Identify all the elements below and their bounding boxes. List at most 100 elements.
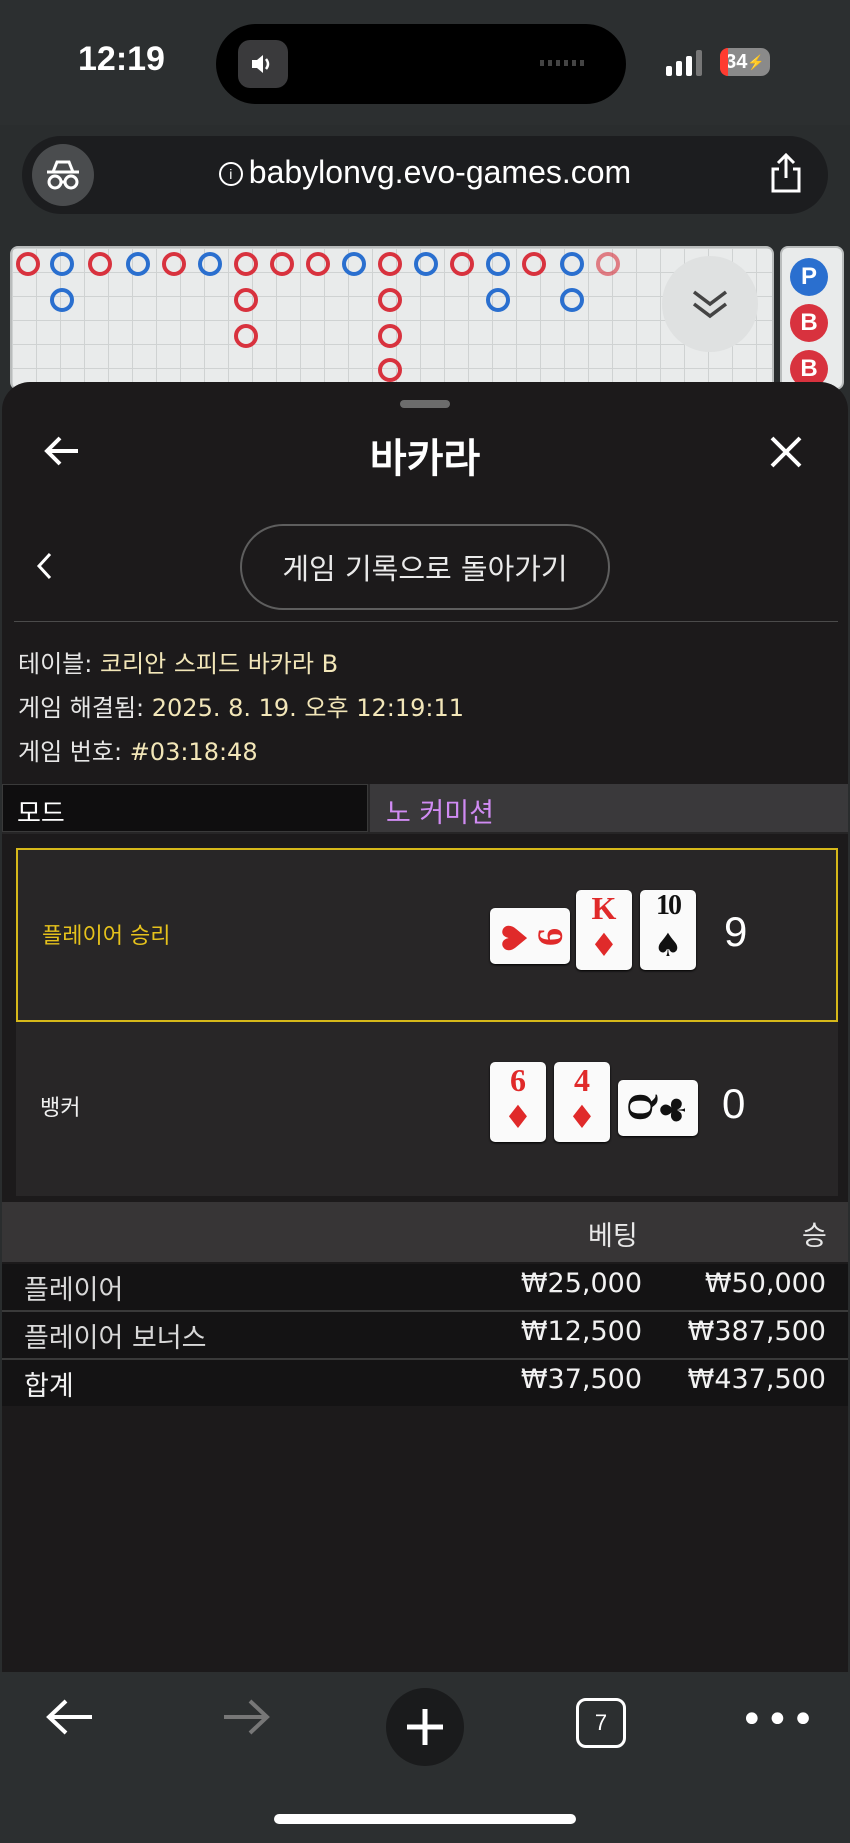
total-bet: ₩37,500: [520, 1364, 642, 1395]
plus-icon: [407, 1709, 443, 1745]
collapse-button[interactable]: [662, 256, 758, 352]
road-marker: [16, 252, 40, 276]
table-row: 플레이어 보너스 ₩12,500 ₩387,500: [2, 1312, 848, 1360]
forward-arrow-icon[interactable]: [220, 1696, 272, 1742]
game-detail-sheet: 바카라 게임 기록으로 돌아가기 테이블: 코리안 스피드 바카라 B 게임 해…: [2, 382, 848, 1672]
player-card-2: K ♦: [576, 890, 632, 970]
info-icon: i: [218, 162, 243, 186]
island-dots: [540, 60, 586, 66]
card-rank: 6: [530, 928, 570, 946]
road-marker: [88, 252, 112, 276]
road-marker: [126, 252, 150, 276]
drag-handle[interactable]: [400, 400, 450, 408]
chevron-left-icon[interactable]: [36, 552, 52, 584]
bet-name: 플레이어: [24, 1275, 124, 1306]
player-card-3: 10 ♠: [640, 890, 696, 970]
banker-card-1: 6 ♦: [490, 1062, 546, 1142]
bead-road: [10, 246, 774, 390]
table-value: 코리안 스피드 바카라 B: [99, 650, 339, 678]
card-suit: ♦: [589, 926, 619, 964]
share-icon[interactable]: [768, 152, 804, 198]
card-suit: ♣: [654, 1094, 694, 1126]
road-marker: [234, 288, 258, 312]
banker-hand: 뱅커 6 ♦ 4 ♦ Q ♣ 0: [16, 1022, 838, 1196]
road-marker: [50, 288, 74, 312]
road-marker: [378, 324, 402, 348]
big-road-summary: P B B: [780, 246, 844, 390]
bet-amount: ₩12,500: [520, 1316, 642, 1347]
table-info: 테이블: 코리안 스피드 바카라 B: [18, 644, 338, 679]
road-marker: [560, 288, 584, 312]
player-score: 9: [724, 908, 748, 955]
card-suit: ♦: [567, 1098, 597, 1136]
road-marker: [378, 288, 402, 312]
road-marker: [234, 252, 258, 276]
table-row: 플레이어 ₩25,000 ₩50,000: [2, 1264, 848, 1312]
url-label: babylonvg.evo-games.com: [248, 154, 632, 190]
player-badge: P: [790, 258, 828, 296]
divider: [14, 621, 838, 622]
address-bar[interactable]: i babylonvg.evo-games.com: [22, 136, 828, 214]
resolved-info: 게임 해결됨: 2025. 8. 19. 오후 12:19:11: [18, 688, 464, 723]
card-rank: 6: [510, 1062, 526, 1098]
banker-card-3: Q ♣: [618, 1080, 698, 1136]
road-marker: [486, 288, 510, 312]
dynamic-island: [216, 24, 626, 104]
back-arrow-icon[interactable]: [44, 1696, 96, 1742]
player-hand: 플레이어 승리 ♥ 6 K ♦ 10 ♠ 9: [16, 848, 838, 1022]
road-marker: [50, 252, 74, 276]
clock: 12:19: [78, 40, 165, 78]
more-icon[interactable]: •••: [740, 1700, 817, 1740]
speaker-icon: [238, 40, 288, 88]
signal-icon: [666, 50, 702, 76]
road-marker: [198, 252, 222, 276]
sheet-title: 바카라: [369, 436, 481, 482]
close-icon[interactable]: [768, 434, 804, 474]
road-marker: [378, 252, 402, 276]
total-win: ₩437,500: [687, 1364, 826, 1395]
win-amount: ₩387,500: [687, 1316, 826, 1347]
road-marker: [522, 252, 546, 276]
road-marker: [486, 252, 510, 276]
total-label: 합계: [24, 1371, 74, 1402]
road-marker: [270, 252, 294, 276]
road-marker: [306, 252, 330, 276]
table-row-total: 합계 ₩37,500 ₩437,500: [2, 1360, 848, 1406]
banker-score: 0: [722, 1080, 746, 1127]
status-bar: 12:19 34 ⚡: [0, 0, 850, 125]
url-text[interactable]: i babylonvg.evo-games.com: [22, 154, 828, 191]
tabs-button[interactable]: 7: [576, 1698, 626, 1748]
road-marker: [414, 252, 438, 276]
road-marker: [342, 252, 366, 276]
banker-badge: B: [790, 304, 828, 342]
road-marker: [596, 252, 620, 276]
mode-value: 노 커미션: [370, 784, 848, 832]
card-suit: ♠: [653, 926, 683, 964]
banker-result-label: 뱅커: [40, 1096, 81, 1121]
road-marker: [560, 252, 584, 276]
battery-icon: 34 ⚡: [720, 48, 770, 76]
card-rank: 4: [574, 1062, 590, 1098]
home-indicator: [274, 1814, 576, 1824]
road-marker: [162, 252, 186, 276]
back-to-history-button[interactable]: 게임 기록으로 돌아가기: [240, 524, 610, 610]
resolved-value: 2025. 8. 19. 오후 12:19:11: [151, 694, 465, 722]
new-tab-button[interactable]: [386, 1688, 464, 1766]
win-column-header: 승: [802, 1221, 827, 1252]
road-marker: [378, 358, 402, 382]
round-label: 게임 번호:: [18, 738, 123, 766]
bet-column-header: 베팅: [588, 1221, 638, 1252]
bet-name: 플레이어 보너스: [24, 1323, 207, 1354]
mode-row: 모드 노 커미션: [2, 784, 848, 834]
bets-table-header: 베팅 승: [2, 1202, 848, 1262]
card-suit: ♦: [503, 1098, 533, 1136]
battery-level: 34: [725, 50, 748, 73]
resolved-label: 게임 해결됨:: [18, 694, 145, 722]
table-label: 테이블:: [18, 650, 93, 678]
mode-label: 모드: [2, 784, 368, 832]
bet-amount: ₩25,000: [520, 1268, 642, 1299]
round-value: #03:18:48: [129, 738, 258, 766]
round-info: 게임 번호: #03:18:48: [18, 732, 258, 767]
road-marker: [450, 252, 474, 276]
player-result-label: 플레이어 승리: [42, 924, 171, 949]
